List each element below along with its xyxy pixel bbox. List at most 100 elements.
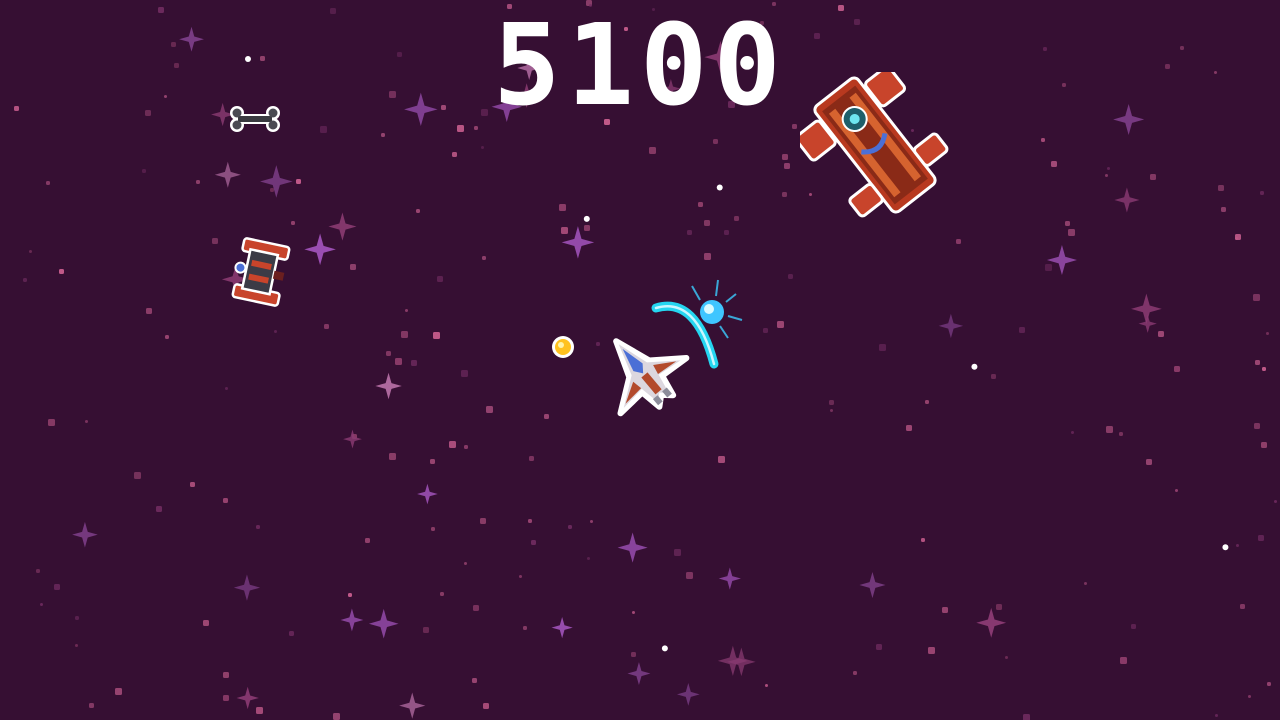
star-dot xyxy=(203,620,209,626)
star-dot xyxy=(437,276,443,282)
star-dot xyxy=(544,414,549,419)
star-dot xyxy=(1023,714,1030,720)
star-dot xyxy=(531,540,536,545)
star-dot xyxy=(85,420,88,423)
star-dot xyxy=(389,453,396,460)
star-dot xyxy=(1045,264,1052,271)
star-dot xyxy=(956,239,961,244)
star-dot xyxy=(1255,360,1260,365)
star-dot xyxy=(142,169,146,173)
sparkle-star-icon xyxy=(233,574,261,601)
sparkle-star-icon xyxy=(340,608,364,632)
star-dot xyxy=(486,406,493,413)
star-dot xyxy=(568,525,572,529)
star-dot xyxy=(879,344,886,351)
star-dot xyxy=(296,179,301,184)
star-dot xyxy=(1068,229,1075,236)
star-dot xyxy=(461,370,468,377)
bright-star xyxy=(716,184,723,191)
star-dot xyxy=(1041,138,1045,142)
star-dot xyxy=(23,278,27,282)
star-dot xyxy=(1175,489,1178,492)
star-dot xyxy=(782,192,787,197)
star-dot xyxy=(1120,657,1127,664)
star-dot xyxy=(401,331,408,338)
star-dot xyxy=(36,569,40,573)
star-dot xyxy=(46,181,50,185)
star-dot xyxy=(1267,682,1271,686)
star-dot xyxy=(674,549,681,556)
star-dot xyxy=(1005,656,1008,659)
star-dot xyxy=(270,188,274,192)
star-dot xyxy=(906,425,912,431)
star-dot xyxy=(1146,459,1152,465)
star-dot xyxy=(1150,174,1156,180)
star-dot xyxy=(483,703,489,709)
sparkle-star-icon xyxy=(1114,187,1140,213)
star-dot xyxy=(481,146,484,149)
game-viewport[interactable]: 5100 xyxy=(0,0,1280,720)
star-dot xyxy=(348,593,352,597)
star-dot xyxy=(416,209,420,213)
star-dot xyxy=(1084,582,1087,585)
star-dot xyxy=(830,409,833,412)
star-dot xyxy=(1131,624,1136,629)
sparkle-star-icon xyxy=(676,683,700,706)
star-dot xyxy=(1236,544,1239,547)
star-dot xyxy=(482,256,486,260)
star-dot xyxy=(48,419,55,426)
star-dot xyxy=(1260,191,1264,195)
star-dot xyxy=(395,358,402,365)
star-dot xyxy=(584,225,590,231)
star-dot xyxy=(1261,442,1267,448)
star-dot xyxy=(704,220,710,226)
star-dot xyxy=(559,204,566,211)
sparkle-star-icon xyxy=(417,483,438,505)
star-dot xyxy=(464,562,467,565)
star-dot xyxy=(687,230,692,235)
star-dot xyxy=(777,321,784,328)
star-dot xyxy=(765,684,768,687)
star-dot xyxy=(75,644,78,647)
star-dot xyxy=(89,703,94,708)
star-dot xyxy=(925,400,929,404)
sparkle-star-icon xyxy=(214,161,241,188)
star-dot xyxy=(350,264,356,270)
star-dot xyxy=(196,180,200,184)
bright-star xyxy=(971,363,978,370)
sparkle-star-icon xyxy=(718,567,741,590)
star-dot xyxy=(256,525,260,529)
star-dot xyxy=(75,616,79,620)
star-dot xyxy=(324,324,329,329)
sparkle-star-icon xyxy=(368,608,399,639)
star-dot xyxy=(1119,432,1123,436)
star-dot xyxy=(1071,431,1074,434)
star-dot xyxy=(587,557,590,560)
sparkle-star-icon xyxy=(938,313,964,339)
star-dot xyxy=(942,607,948,613)
star-dot xyxy=(1221,207,1226,212)
star-dot xyxy=(590,520,593,523)
star-dot xyxy=(289,631,294,636)
star-dot xyxy=(649,147,656,154)
star-dot xyxy=(1174,366,1180,372)
star-dot xyxy=(474,126,478,130)
sparkle-star-icon xyxy=(304,233,336,266)
star-dot xyxy=(1105,174,1108,177)
star-dot xyxy=(423,627,429,633)
sparkle-star-icon xyxy=(260,165,293,198)
star-dot xyxy=(792,124,797,129)
star-dot xyxy=(440,592,444,596)
star-dot xyxy=(928,647,935,654)
star-dot xyxy=(146,308,152,314)
star-dot xyxy=(1107,167,1110,170)
star-dot xyxy=(386,351,391,356)
sparkle-star-icon xyxy=(399,692,426,719)
sparkle-star-icon xyxy=(328,212,357,241)
bright-star xyxy=(583,215,590,222)
sparkle-star-icon xyxy=(627,662,651,686)
star-dot xyxy=(431,527,435,531)
star-dot xyxy=(29,250,32,253)
star-dot xyxy=(472,678,477,683)
star-dot xyxy=(40,603,43,606)
